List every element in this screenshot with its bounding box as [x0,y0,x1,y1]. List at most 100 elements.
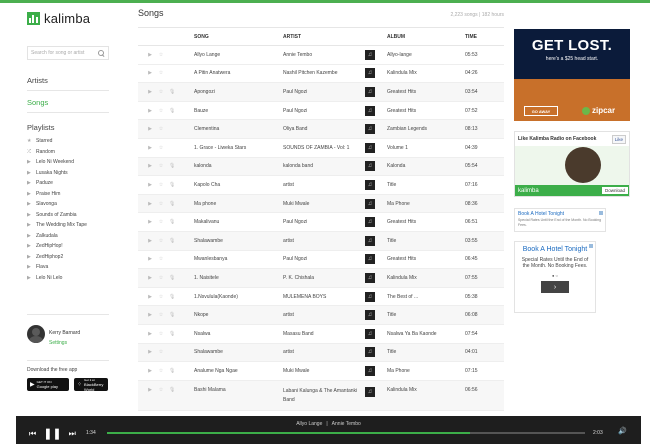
playlist-item[interactable]: ▶ Lelo Ni Weekend [27,157,109,168]
col-time[interactable]: TIME [465,34,504,40]
google-play-button[interactable]: ▶ GET IT ON Google play [27,378,69,391]
microphone-icon[interactable]: 🎙 [169,387,175,393]
star-icon[interactable]: ☆ [158,256,164,262]
play-icon[interactable]: ▶ [147,52,153,58]
star-icon[interactable]: ☆ [158,238,164,244]
song-album[interactable]: Greatest Hits [387,256,465,262]
table-row[interactable]: ▶ ☆ 🎙 Makalivanu Paul Ngozi ♫ Greatest Hits 06:… [138,213,504,232]
song-artist[interactable]: SOUNDS OF ZAMBIA - Vol: 1 [283,145,365,151]
adchoices-icon[interactable] [589,244,593,248]
song-album[interactable]: Ma Phone [387,201,465,207]
search-box[interactable] [27,46,109,60]
play-icon[interactable]: ▶ [147,275,153,281]
star-icon[interactable]: ☆ [158,182,164,188]
star-icon[interactable]: ☆ [158,126,164,132]
microphone-icon[interactable]: 🎙 [169,182,175,188]
song-artist[interactable]: Paul Ngozi [283,89,365,95]
star-icon[interactable]: ☆ [158,89,164,95]
song-album[interactable]: Greatest Hits [387,89,465,95]
microphone-icon[interactable]: 🎙 [169,275,175,281]
star-icon[interactable]: ☆ [158,349,164,355]
song-artist[interactable]: Annie Tembo [283,52,365,58]
play-icon[interactable]: ▶ [147,108,153,114]
song-artist[interactable]: Paul Ngozi [283,219,365,225]
play-icon[interactable]: ▶ [147,201,153,207]
playlist-item[interactable]: ▶ Sounds of Zambia [27,210,109,221]
microphone-icon[interactable]: 🎙 [169,89,175,95]
volume-icon[interactable]: 🔊 [618,427,627,435]
col-album[interactable]: ALBUM [387,34,465,40]
play-icon[interactable]: ▶ [147,182,153,188]
song-album[interactable]: Greatest Hits [387,219,465,225]
play-icon[interactable]: ▶ [147,256,153,262]
song-album[interactable]: Volume 1 [387,145,465,151]
table-row[interactable]: ▶ ☆ Allyo Lange Annie Tembo ♫ Allyo-lange 05:5… [138,46,504,65]
playlist-item[interactable]: ★ Starred [27,136,109,147]
table-row[interactable]: ▶ ☆ 🎙 Kapolo Cha artist ♫ Title 07:16 [138,176,504,195]
search-icon[interactable] [98,49,105,57]
kalimba-facebook-ad[interactable]: Like Kalimba Radio on Facebook Like kali… [514,131,630,197]
hotel-ad-large[interactable]: Book A Hotel Tonight Special Rates Until… [514,241,596,313]
table-row[interactable]: ▶ ☆ Shalawambe artist ♫ Title 04:01 [138,343,504,363]
star-icon[interactable]: ☆ [158,145,164,151]
star-icon[interactable]: ☆ [158,70,164,76]
star-icon[interactable]: ☆ [158,387,164,393]
song-album[interactable]: Title [387,182,465,188]
microphone-icon[interactable]: 🎙 [169,201,175,207]
play-icon[interactable]: ▶ [147,145,153,151]
table-row[interactable]: ▶ ☆ 🎙 Nsalwa Masasu Band ♫ Nsalwa Ya Ba Kaonde… [138,325,504,344]
playlist-item[interactable]: ▶ Slavonga [27,199,109,210]
song-album[interactable]: Allyo-lange [387,52,465,58]
table-row[interactable]: ▶ ☆ 🎙 Ma phone Muki Mwale ♫ Ma Phone 08:36 [138,194,504,214]
star-icon[interactable]: ☆ [158,201,164,207]
song-album[interactable]: Nsalwa Ya Ba Kaonde [387,331,465,337]
playlist-item[interactable]: ▶ Praise Him [27,189,109,200]
hotel-ad-large-title[interactable]: Book A Hotel Tonight [515,246,595,254]
song-artist[interactable]: artist [283,238,365,244]
playlist-item[interactable]: ▶ The Wedding Mix Tape [27,220,109,231]
play-icon[interactable]: ▶ [147,163,153,169]
progress-bar[interactable] [107,432,585,434]
blackberry-world-button[interactable]: ⁘ Get it at BlackBerry World [74,378,108,392]
star-icon[interactable]: ☆ [158,219,164,225]
pause-icon[interactable]: ❚❚ [43,427,61,440]
song-album[interactable]: Title [387,312,465,318]
song-album[interactable]: The Best of ... [387,294,465,300]
hotel-ad-small-title[interactable]: Book A Hotel Tonight [518,211,602,217]
nav-artists[interactable]: Artists [27,76,109,91]
previous-icon[interactable]: ⏮ [29,429,36,439]
microphone-icon[interactable]: 🎙 [169,312,175,318]
play-icon[interactable]: ▶ [147,89,153,95]
song-album[interactable]: Kalindula Mix [387,387,465,393]
table-row[interactable]: ▶ ☆ 🎙 Analume Nga Ngae Muki Mwale ♫ Ma Phone 07… [138,362,504,381]
logo[interactable]: kalimba [27,8,109,28]
microphone-icon[interactable]: 🎙 [169,163,175,169]
song-artist[interactable]: Nashil Pitchen Kazembe [283,70,365,76]
play-icon[interactable]: ▶ [147,70,153,76]
table-row[interactable]: ▶ ☆ 🎙 Bauze Paul Ngozi ♫ Greatest Hits 07:52 [138,102,504,121]
playlist-item[interactable]: ▶ Flava [27,262,109,273]
playlist-item[interactable]: ▶ Zalkudala [27,231,109,242]
star-icon[interactable]: ☆ [158,331,164,337]
song-artist[interactable]: Muki Mwale [283,201,365,207]
table-row[interactable]: ▶ ☆ A Pitin Anatwera Nashil Pitchen Kazembe… [138,65,504,84]
play-icon[interactable]: ▶ [147,126,153,132]
playlist-item[interactable]: ▶ ZedHipHop! [27,241,109,252]
ad-next-button[interactable]: › [541,281,569,293]
song-album[interactable]: Greatest Hits [387,108,465,114]
play-icon[interactable]: ▶ [147,238,153,244]
play-icon[interactable]: ▶ [147,387,153,393]
song-artist[interactable]: Oliya Band [283,126,365,132]
song-artist[interactable]: Labani Kalunga & The Amantanki Band [283,387,365,405]
col-artist[interactable]: ARTIST [283,34,365,40]
play-icon[interactable]: ▶ [147,219,153,225]
song-artist[interactable]: Muki Mwale [283,368,365,374]
zipcar-ad[interactable]: GET LOST. here's a $25 head start. GO AW… [514,29,630,121]
table-row[interactable]: ▶ ☆ 🎙 1.Nsvulula(Kaonde) MULEMENA BOYS ♫ The B… [138,288,504,307]
zipcar-cta-button[interactable]: GO AWAY [524,106,558,116]
facebook-like-button[interactable]: Like [611,134,626,144]
avatar[interactable] [27,324,45,343]
table-row[interactable]: ▶ ☆ 🎙 kalonda kalonda band ♫ Kalonda 05:54 [138,157,504,177]
star-icon[interactable]: ☆ [158,163,164,169]
playlist-item[interactable]: ▶ Lusaka Nights [27,168,109,179]
